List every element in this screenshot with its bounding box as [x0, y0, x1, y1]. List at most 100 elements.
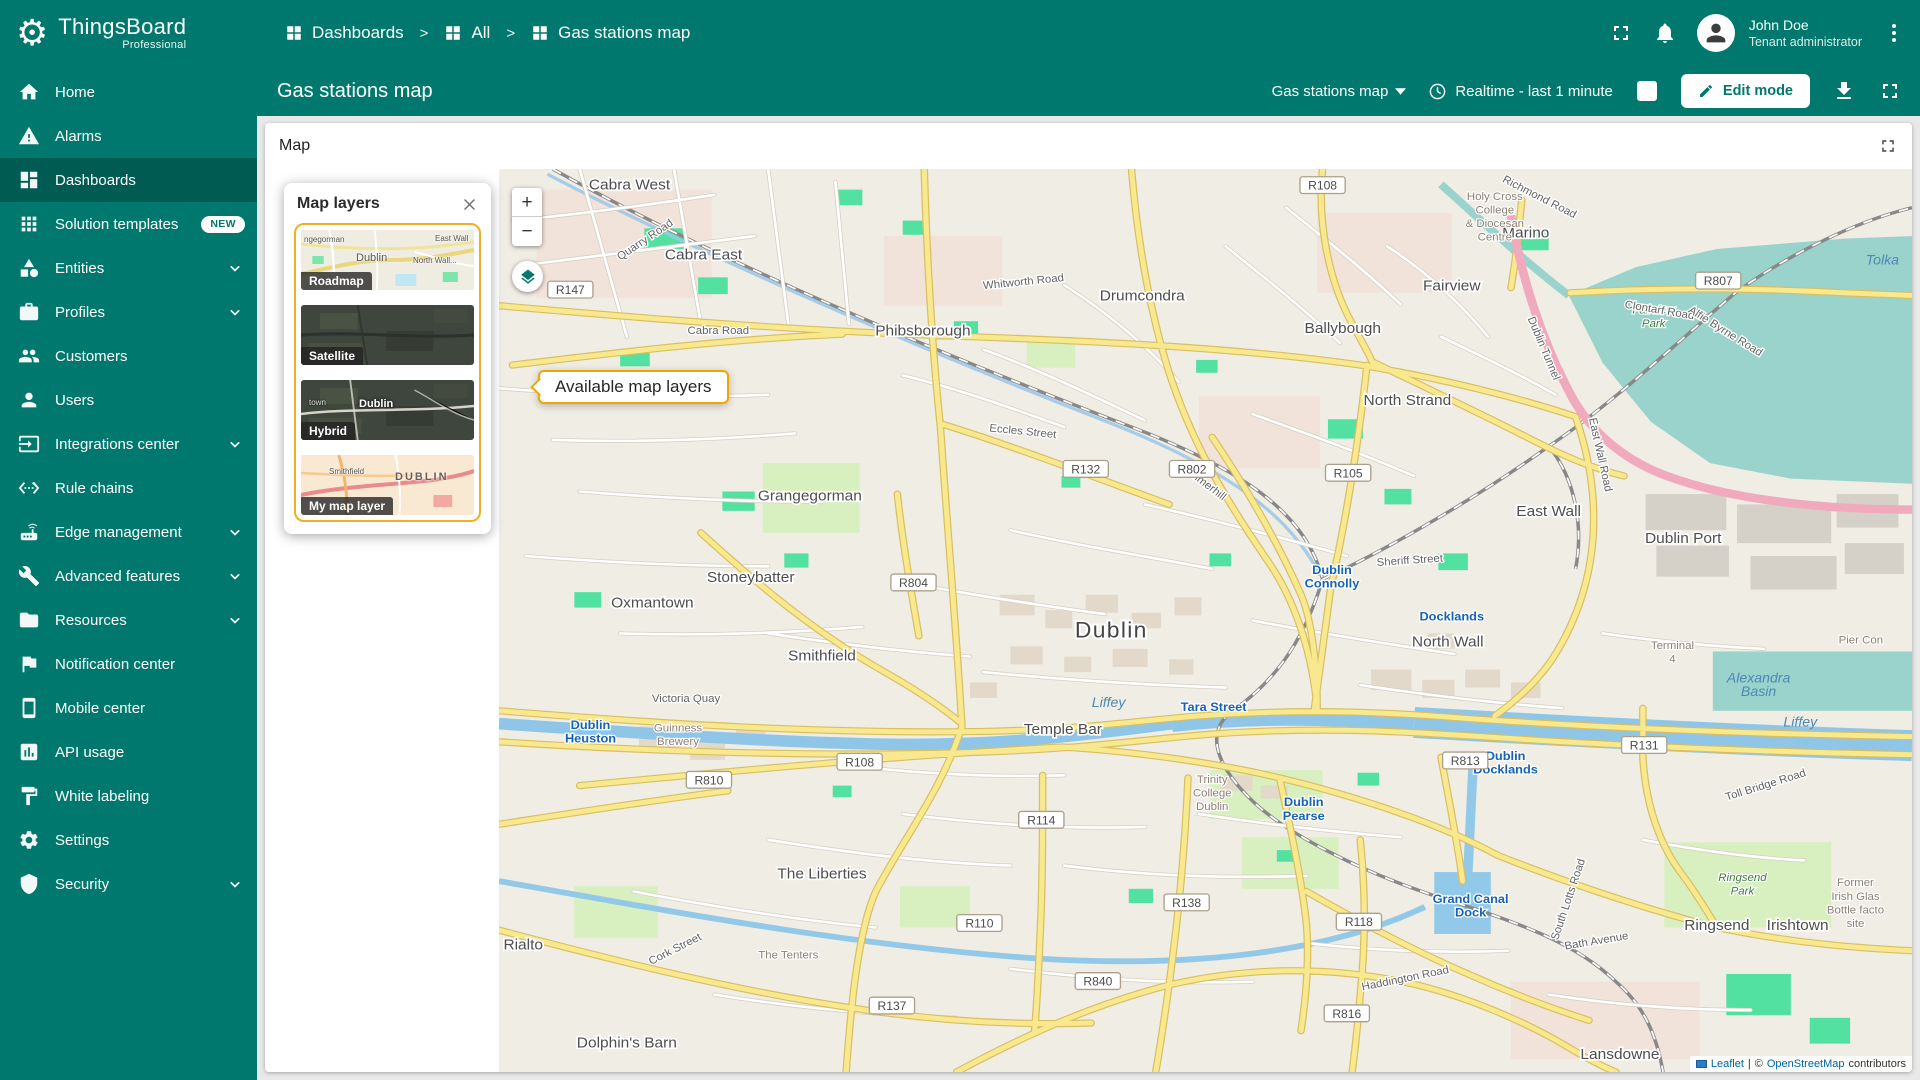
sidebar-item-integrations-center[interactable]: Integrations center [0, 422, 257, 466]
map-label: Pier Con [1839, 635, 1883, 647]
security-icon [18, 873, 40, 895]
sidebar-item-resources[interactable]: Resources [0, 598, 257, 642]
svg-text:R804: R804 [899, 576, 928, 590]
sidebar-item-notification-center[interactable]: Notification center [0, 642, 257, 686]
road-ref-badge: R813 [1443, 752, 1488, 769]
svg-text:R137: R137 [877, 999, 906, 1013]
sidebar-item-entities[interactable]: Entities [0, 246, 257, 290]
zoom-out-button[interactable]: − [512, 217, 542, 246]
map-layer-hybrid[interactable]: townDublinHybrid [301, 380, 474, 440]
map-layer-my-map-layer[interactable]: SmithfieldDUBLINMy map layer [301, 455, 474, 515]
road-ref-badge: R840 [1075, 973, 1120, 990]
sidebar-item-api-usage[interactable]: API usage [0, 730, 257, 774]
sidebar-item-label: Rule chains [55, 480, 133, 497]
main: Gas stations map Gas stations map Realti… [257, 66, 1920, 1080]
fullscreen-dashboard-icon[interactable] [1878, 79, 1902, 103]
map-widget: Map [265, 123, 1912, 1072]
map-label: Tolka [1866, 252, 1900, 268]
sidebar: Home Alarms DashboardsSolution templatesNE… [0, 66, 257, 1080]
road-ref-badge: R138 [1164, 894, 1209, 911]
sidebar-item-rule-chains[interactable]: Rule chains [0, 466, 257, 510]
app-root: ⚙ ThingsBoard Professional Dashboards > Al… [0, 0, 1920, 1080]
map-label: Lansdowne [1580, 1046, 1659, 1063]
map-label: Victoria Quay [652, 693, 721, 705]
svg-text:R813: R813 [1451, 754, 1480, 768]
home-icon [18, 81, 40, 103]
sidebar-item-advanced-features[interactable]: Advanced features [0, 554, 257, 598]
map-layer-roadmap[interactable]: ngegormanDublinEast WallNorth Wall...Roa… [301, 230, 474, 290]
svg-text:R802: R802 [1178, 463, 1207, 477]
notifications-bell-icon[interactable] [1653, 21, 1677, 45]
map-label: DublinPearse [1283, 795, 1325, 822]
resources-icon [18, 609, 40, 631]
map-label: DublinHeuston [565, 718, 616, 745]
svg-text:R138: R138 [1172, 896, 1201, 910]
layer-label: My map layer [301, 497, 393, 515]
api-icon [18, 741, 40, 763]
breadcrumb-item-dashboards[interactable]: Dashboards [285, 23, 404, 43]
timewindow-button[interactable]: Realtime - last 1 minute [1428, 82, 1613, 101]
breadcrumb-item-gas-stations-map[interactable]: Gas stations map [531, 23, 690, 43]
map-label: Dolphin's Barn [577, 1035, 677, 1052]
thingsboard-gear-icon: ⚙ [16, 15, 48, 51]
widget-expand-icon[interactable] [1878, 136, 1898, 156]
layer-thumb-text: ngegorman [304, 235, 344, 244]
sidebar-item-edge-management[interactable]: Edge management [0, 510, 257, 554]
svg-text:R131: R131 [1630, 739, 1659, 753]
sidebar-item-customers[interactable]: Customers [0, 334, 257, 378]
sidebar-item-users[interactable]: Users [0, 378, 257, 422]
sidebar-item-profiles[interactable]: Profiles [0, 290, 257, 334]
mobile-icon [18, 697, 40, 719]
sidebar-item-mobile-center[interactable]: Mobile center [0, 686, 257, 730]
map-label: Stoneybatter [707, 569, 795, 586]
breadcrumb-item-all[interactable]: All [444, 23, 490, 43]
road-ref-badge: R802 [1169, 461, 1214, 478]
logo[interactable]: ⚙ ThingsBoard Professional [0, 15, 257, 51]
settings-icon [18, 829, 40, 851]
map-label: Grangegorman [758, 488, 862, 505]
sidebar-item-settings[interactable]: Settings [0, 818, 257, 862]
fullscreen-icon[interactable] [1609, 21, 1633, 45]
road-ref-badge: R816 [1324, 1005, 1369, 1022]
road-ref-badge: R810 [686, 771, 731, 788]
sidebar-item-security[interactable]: Security [0, 862, 257, 906]
sidebar-item-label: Notification center [55, 656, 175, 673]
svg-text:R810: R810 [694, 774, 723, 788]
apps-icon [18, 213, 40, 235]
page-title: Gas stations map [277, 80, 433, 103]
breadcrumb: Dashboards>All>Gas stations map [257, 23, 1609, 43]
openstreetmap-link[interactable]: OpenStreetMap [1767, 1058, 1845, 1070]
avatar[interactable] [1697, 14, 1735, 52]
map-label: Dublin [1075, 618, 1148, 642]
chevron-down-icon [225, 522, 245, 542]
leaflet-link[interactable]: Leaflet [1711, 1058, 1744, 1070]
layers-button[interactable] [512, 261, 543, 292]
map-label: Ballybough [1305, 320, 1381, 337]
dashboard-select[interactable]: Gas stations map [1272, 83, 1407, 100]
zoom-in-button[interactable]: + [512, 188, 542, 217]
download-icon[interactable] [1832, 79, 1856, 103]
kebab-menu-icon[interactable] [1882, 21, 1906, 45]
sidebar-item-white-labeling[interactable]: White labeling [0, 774, 257, 818]
close-icon[interactable] [461, 196, 478, 213]
entities-icon [18, 257, 40, 279]
layer-label: Roadmap [301, 272, 372, 290]
sidebar-item-dashboards[interactable]: Dashboards [0, 158, 257, 202]
rulechains-icon [18, 477, 40, 499]
alarm-icon [18, 125, 40, 147]
sidebar-item-alarms[interactable]: Alarms [0, 114, 257, 158]
sidebar-item-home[interactable]: Home [0, 70, 257, 114]
map-label: Smithfield [788, 648, 856, 665]
sidebar-item-label: Alarms [55, 128, 102, 145]
road-ref-badge: R807 [1696, 272, 1741, 289]
notification-icon [18, 653, 40, 675]
edit-mode-button[interactable]: Edit mode [1681, 74, 1810, 108]
map-layer-satellite[interactable]: Satellite [301, 305, 474, 365]
sidebar-item-label: Solution templates [55, 216, 178, 233]
map-canvas[interactable]: Cabra WestCabra EastPhibsboroughDrumcond… [499, 169, 1912, 1072]
image-gallery-icon[interactable] [1635, 79, 1659, 103]
sidebar-item-solution-templates[interactable]: Solution templatesNEW [0, 202, 257, 246]
sidebar-item-label: Advanced features [55, 568, 180, 585]
breadcrumb-label: All [471, 23, 490, 43]
breadcrumb-separator: > [506, 25, 515, 42]
